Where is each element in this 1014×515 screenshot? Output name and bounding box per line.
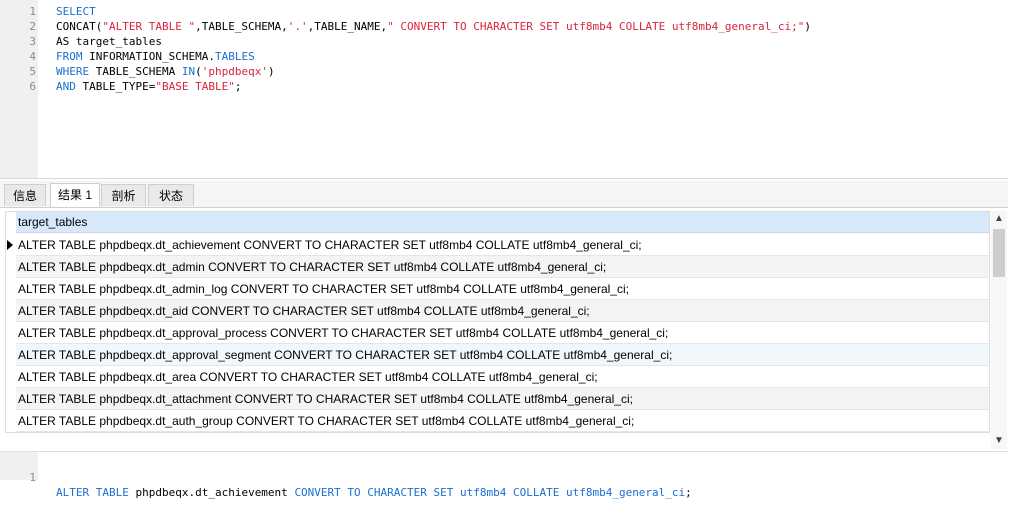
table-row[interactable]: ALTER TABLE phpdbeqx.dt_approval_segment…: [16, 344, 989, 366]
code-text: SELECT: [56, 4, 96, 19]
sql-token: TABLE_SCHEMA: [89, 65, 182, 78]
sql-token: ,TABLE_NAME,: [307, 20, 388, 33]
table-row[interactable]: ALTER TABLE phpdbeqx.dt_admin_log CONVER…: [16, 278, 989, 300]
line-number: 1: [29, 471, 36, 484]
code-line: 6 AND TABLE_TYPE="BASE TABLE";: [0, 79, 1000, 94]
scrollbar-thumb[interactable]: [993, 229, 1005, 277]
table-row[interactable]: ALTER TABLE phpdbeqx.dt_admin CONVERT TO…: [16, 256, 989, 278]
sql-keyword: ALTER TABLE: [56, 486, 129, 499]
preview-line: 1 ALTER TABLE phpdbeqx.dt_achievement CO…: [0, 455, 1000, 499]
table-row[interactable]: ALTER TABLE phpdbeqx.dt_aid CONVERT TO C…: [16, 300, 989, 322]
line-number: 5: [29, 65, 36, 78]
sql-keyword: IN: [181, 65, 196, 78]
sql-token: ;: [234, 80, 242, 93]
vertical-scrollbar[interactable]: ▲ ▼: [991, 211, 1007, 449]
line-number: 2: [29, 20, 36, 33]
sql-token: ): [804, 20, 812, 33]
sql-string: "ALTER TABLE ": [102, 20, 196, 33]
code-line: 4 FROM INFORMATION_SCHEMA.TABLES: [0, 49, 1000, 64]
sql-token: (: [195, 65, 202, 78]
value-preview-editor[interactable]: 1 ALTER TABLE phpdbeqx.dt_achievement CO…: [0, 451, 1008, 499]
chevron-down-icon[interactable]: ▼: [991, 433, 1007, 449]
sql-editor[interactable]: 1 SELECT 2 CONCAT("ALTER TABLE ",TABLE_SCHE…: [0, 0, 1008, 179]
column-header-target-tables[interactable]: target_tables: [16, 212, 989, 233]
code-text: AS target_tables: [56, 34, 162, 49]
sql-keyword: WHERE: [56, 65, 90, 78]
sql-keyword: CONVERT TO CHARACTER SET utf8mb4 COLLATE…: [294, 486, 686, 499]
sql-keyword: FROM: [56, 50, 83, 63]
code-text: CONCAT("ALTER TABLE ",TABLE_SCHEMA,'.',T…: [56, 19, 811, 34]
line-number: 1: [29, 5, 36, 18]
preview-code: ALTER TABLE phpdbeqx.dt_achievement CONV…: [56, 485, 692, 500]
tab-status[interactable]: 状态: [148, 184, 194, 206]
sql-string: 'phpdbeqx': [201, 65, 268, 78]
code-text: AND TABLE_TYPE="BASE TABLE";: [56, 79, 241, 94]
line-number: 4: [29, 50, 36, 63]
sql-token: AS target_tables: [56, 35, 162, 48]
sql-keyword: AND: [56, 80, 76, 93]
sql-string: "BASE TABLE": [155, 80, 235, 93]
table-row[interactable]: ALTER TABLE phpdbeqx.dt_approval_process…: [16, 322, 989, 344]
line-number: 3: [29, 35, 36, 48]
table-row[interactable]: ALTER TABLE phpdbeqx.dt_auth_group CONVE…: [16, 410, 989, 432]
current-row-indicator-icon: [7, 240, 13, 250]
line-number: 6: [29, 80, 36, 93]
result-tabbar: 信息 结果 1 剖析 状态: [0, 181, 1008, 208]
code-line: 2 CONCAT("ALTER TABLE ",TABLE_SCHEMA,'.',…: [0, 19, 1000, 34]
tab-profile[interactable]: 剖析: [101, 184, 146, 206]
sql-token: phpdbeqx.dt_achievement: [128, 486, 295, 499]
code-text: WHERE TABLE_SCHEMA IN('phpdbeqx'): [56, 64, 275, 79]
code-line: 1 SELECT: [0, 4, 1000, 19]
code-text: FROM INFORMATION_SCHEMA.TABLES: [56, 49, 255, 64]
sql-keyword: TABLES: [214, 50, 255, 63]
code-line: 3 AS target_tables: [0, 34, 1000, 49]
sql-token: INFORMATION_SCHEMA.: [82, 50, 215, 63]
sql-token: TABLE_TYPE=: [75, 80, 156, 93]
sql-token: ;: [685, 486, 692, 499]
sql-token: ,TABLE_SCHEMA,: [195, 20, 288, 33]
sql-string: " CONVERT TO CHARACTER SET utf8mb4 COLLA…: [387, 20, 805, 33]
tab-result-1[interactable]: 结果 1: [50, 183, 100, 207]
chevron-up-icon[interactable]: ▲: [991, 211, 1007, 227]
result-grid[interactable]: target_tables ALTER TABLE phpdbeqx.dt_ac…: [5, 211, 990, 433]
tab-info[interactable]: 信息: [4, 184, 46, 206]
table-row[interactable]: ALTER TABLE phpdbeqx.dt_achievement CONV…: [16, 234, 989, 256]
sql-keyword: SELECT: [56, 5, 96, 18]
sql-string: '.': [287, 20, 308, 33]
sql-token: CONCAT(: [56, 20, 103, 33]
sql-token: ): [267, 65, 275, 78]
table-row[interactable]: ALTER TABLE phpdbeqx.dt_area CONVERT TO …: [16, 366, 989, 388]
code-line: 5 WHERE TABLE_SCHEMA IN('phpdbeqx'): [0, 64, 1000, 79]
table-row[interactable]: ALTER TABLE phpdbeqx.dt_attachment CONVE…: [16, 388, 989, 410]
